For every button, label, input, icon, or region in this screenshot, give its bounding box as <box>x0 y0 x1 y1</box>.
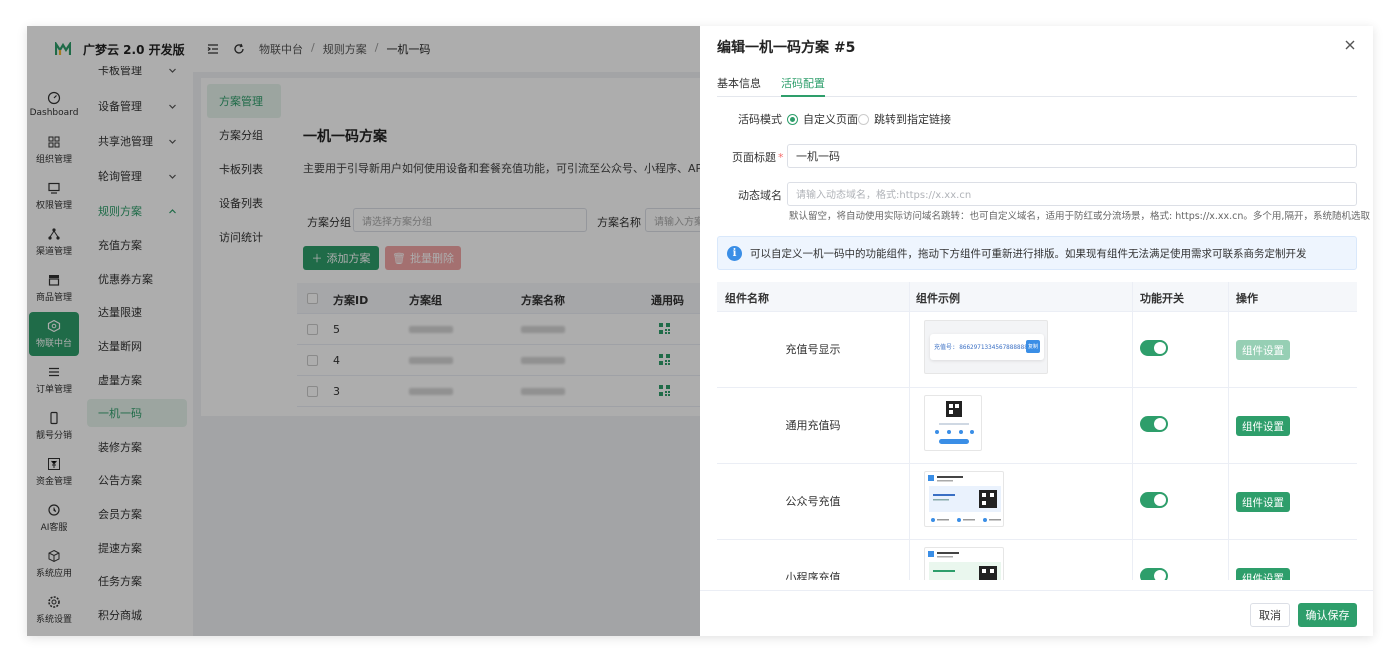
component-row[interactable]: 小程序充值 组件设置 <box>717 540 1357 580</box>
col-component-action: 操作 <box>1236 292 1258 305</box>
column-divider <box>909 388 910 463</box>
mode-radio-custom[interactable]: 自定义页面 <box>787 111 858 127</box>
drawer-footer: 取消 确认保存 <box>700 590 1373 636</box>
column-divider <box>1132 282 1133 311</box>
required-asterisk: * <box>778 151 784 164</box>
close-icon[interactable] <box>1343 38 1357 52</box>
component-settings-button[interactable]: 组件设置 <box>1236 340 1290 360</box>
column-divider <box>909 540 910 580</box>
official-account-sample-graphic <box>928 475 1001 522</box>
domain-input[interactable] <box>787 182 1357 206</box>
column-divider <box>1228 312 1229 387</box>
info-icon: i <box>727 245 742 261</box>
radio-unchecked <box>858 113 869 125</box>
component-sample-universal-qr <box>924 395 982 451</box>
tab-code-config[interactable]: 活码配置 <box>781 75 825 97</box>
sample-copy-button: 复制 <box>1026 340 1040 353</box>
column-divider <box>909 464 910 539</box>
component-name: 充值号显示 <box>785 343 841 356</box>
column-divider <box>1132 540 1133 580</box>
component-sample-recharge-no: 充值号: 8662971334567888888 复制 <box>924 320 1048 374</box>
col-component-switch: 功能开关 <box>1140 292 1184 305</box>
component-name: 通用充值码 <box>785 419 841 432</box>
component-switch[interactable] <box>1140 340 1168 356</box>
column-divider <box>1132 312 1133 387</box>
component-switch[interactable] <box>1140 568 1168 580</box>
cancel-button[interactable]: 取消 <box>1250 603 1290 627</box>
col-component-name: 组件名称 <box>725 292 769 305</box>
column-divider <box>909 312 910 387</box>
column-divider <box>1228 282 1229 311</box>
radio-checked <box>787 113 798 125</box>
component-switch[interactable] <box>1140 416 1168 432</box>
confirm-save-button[interactable]: 确认保存 <box>1298 603 1357 627</box>
page-title-label: 页面标题 * <box>732 151 784 164</box>
component-table: 组件名称 组件示例 功能开关 操作 充值号显示 充值号: 86629713345… <box>717 282 1357 580</box>
sample-card: 充值号: 8662971334567888888 复制 <box>930 334 1044 360</box>
component-settings-button[interactable]: 组件设置 <box>1236 492 1290 512</box>
app-window: Dashboard 组织管理 权限管理 渠道管理 商品管理 物联中台 订单管理 <box>27 26 1373 636</box>
component-sample-official-account <box>924 471 1004 527</box>
drawer-tabs: 基本信息 活码配置 <box>717 72 1357 97</box>
component-row[interactable]: 通用充值码 组件设置 <box>717 388 1357 464</box>
mini-program-sample-graphic <box>928 551 1001 580</box>
info-alert: i 可以自定义一机一码中的功能组件，拖动下方组件可重新进行排版。如果现有组件无法… <box>717 236 1357 270</box>
column-divider <box>1228 464 1229 539</box>
component-sample-mini-program <box>924 547 1004 580</box>
component-switch[interactable] <box>1140 492 1168 508</box>
component-name: 小程序充值 <box>785 571 841 580</box>
component-row[interactable]: 公众号充值 组件设置 <box>717 464 1357 540</box>
domain-label: 动态域名 <box>738 189 782 202</box>
mode-radio-redirect[interactable]: 跳转到指定链接 <box>858 111 951 127</box>
component-settings-button[interactable]: 组件设置 <box>1236 568 1290 580</box>
column-divider <box>909 282 910 311</box>
component-row[interactable]: 充值号显示 充值号: 8662971334567888888 复制 组件设置 <box>717 312 1357 388</box>
sample-text: 充值号: 8662971334567888888 <box>934 344 1028 351</box>
page-title-input[interactable] <box>787 144 1357 168</box>
drawer-title: 编辑一机一码方案 #5 <box>717 40 856 56</box>
col-component-sample: 组件示例 <box>916 292 960 305</box>
tab-basic-info[interactable]: 基本信息 <box>717 75 761 97</box>
domain-hint: 默认留空，将自动使用实际访问域名跳转：也可自定义域名，适用于防红或分流场景，格式… <box>789 211 1370 222</box>
mode-label: 活码模式 <box>738 113 782 126</box>
column-divider <box>1132 388 1133 463</box>
component-table-header: 组件名称 组件示例 功能开关 操作 <box>717 282 1357 312</box>
column-divider <box>1228 388 1229 463</box>
column-divider <box>1132 464 1133 539</box>
column-divider <box>1228 540 1229 580</box>
edit-drawer: 编辑一机一码方案 #5 基本信息 活码配置 活码模式 自定义页面 跳转到指定链接… <box>700 26 1373 636</box>
component-name: 公众号充值 <box>785 495 841 508</box>
component-settings-button[interactable]: 组件设置 <box>1236 416 1290 436</box>
qr-sample-graphic <box>935 401 974 444</box>
